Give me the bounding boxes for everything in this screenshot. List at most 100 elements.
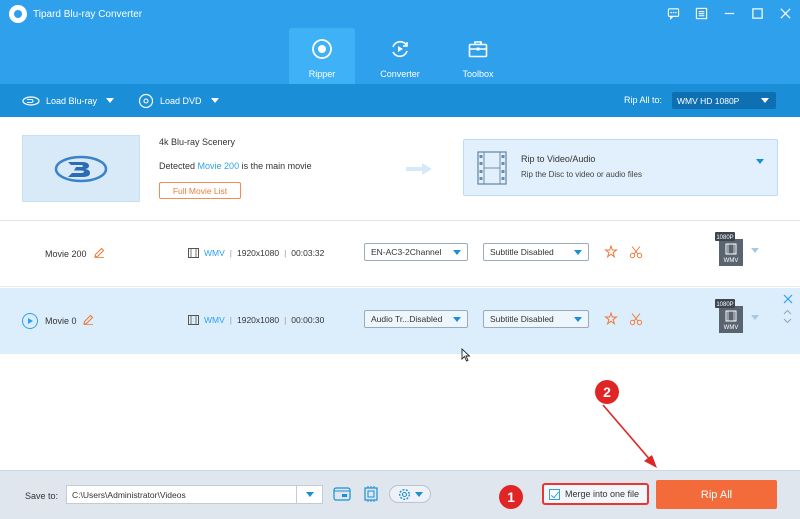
full-movie-list-button[interactable]: Full Movie List [159, 182, 241, 199]
chevron-down-icon [453, 317, 461, 322]
detected-prefix: Detected [159, 161, 196, 171]
output-badge-top: 1080P [716, 302, 733, 308]
separator: | [284, 248, 287, 258]
rip-all-button[interactable]: Rip All [656, 480, 777, 509]
rip-to-title: Rip to Video/Audio [521, 154, 596, 164]
chevron-down-icon [453, 250, 461, 255]
separator: | [229, 315, 232, 325]
tab-converter[interactable]: Converter [367, 28, 433, 84]
movie-duration: 00:03:32 [291, 248, 325, 258]
magic-wand-icon[interactable] [604, 312, 618, 326]
merge-label: Merge into one file [565, 489, 640, 499]
movie-format: WMV [204, 248, 225, 258]
detected-suffix: is the main movie [241, 161, 312, 171]
magic-wand-icon[interactable] [604, 245, 618, 259]
checkbox-checked[interactable] [549, 488, 560, 500]
chevron-down-icon [210, 98, 219, 103]
film-icon [477, 151, 507, 185]
toolbox-icon [468, 41, 488, 58]
disc-thumbnail [22, 135, 140, 202]
chevron-up-icon[interactable] [783, 309, 792, 315]
chevron-down-icon[interactable] [296, 486, 322, 503]
folder-icon[interactable] [333, 485, 351, 503]
movie-meta: WMV | 1920x1080 | 00:03:32 [188, 248, 324, 258]
tab-converter-label: Converter [380, 69, 420, 79]
film-icon [188, 315, 199, 325]
mouse-cursor-icon [461, 348, 471, 362]
subtitle-select[interactable]: Subtitle Disabled [483, 310, 589, 328]
chevron-down-icon [761, 98, 769, 103]
output-format-icon[interactable]: 1080P WMV [715, 299, 745, 335]
chevron-down-icon[interactable] [783, 318, 792, 324]
subtitle-value: Subtitle Disabled [490, 247, 554, 257]
movie-duration: 00:00:30 [291, 315, 325, 325]
separator: | [229, 248, 232, 258]
movie-row[interactable]: Movie 0 WMV | 1920x1080 | 00:00:30 Audio… [0, 288, 800, 354]
chevron-down-icon[interactable] [751, 315, 759, 320]
scissors-icon[interactable] [629, 312, 643, 326]
separator: | [284, 315, 287, 325]
rip-to-video-audio-select[interactable]: Rip to Video/Audio Rip the Disc to video… [463, 139, 778, 196]
output-badge-bottom: WMV [724, 325, 739, 331]
output-format-icon[interactable]: 1080P WMV [715, 232, 745, 268]
load-dvd-button[interactable]: Load DVD [138, 84, 219, 117]
tab-ripper-label: Ripper [308, 69, 336, 79]
audio-track-value: EN-AC3-2Channel [371, 247, 442, 257]
movie-format: WMV [204, 315, 225, 325]
rip-all-format-select[interactable]: WMV HD 1080P [672, 92, 776, 109]
ripper-icon [312, 39, 332, 59]
output-badge-bottom: WMV [724, 258, 739, 264]
chevron-down-icon [574, 317, 582, 322]
output-badge-top: 1080P [716, 235, 733, 241]
audio-track-select[interactable]: Audio Tr...Disabled [364, 310, 468, 328]
window-controls [666, 6, 792, 20]
save-path-value: C:\Users\Administrator\Videos [72, 489, 186, 500]
footer: Save to: C:\Users\Administrator\Videos M… [0, 470, 800, 519]
main-tabs: Ripper Converter Toolbox [289, 28, 523, 84]
header: Tipard Blu-ray Converter Ripper Converte… [0, 0, 800, 84]
play-icon[interactable] [22, 313, 38, 329]
chevron-down-icon[interactable] [751, 248, 759, 253]
movie-name: Movie 200 [45, 249, 87, 259]
close-icon[interactable] [778, 6, 792, 20]
bluray-logo-icon [54, 155, 108, 182]
rip-to-subtitle: Rip the Disc to video or audio files [521, 170, 642, 179]
settings-dropdown[interactable] [389, 485, 431, 503]
gear-icon [398, 488, 411, 501]
hardware-acceleration-icon[interactable] [362, 485, 380, 503]
source-panel: 4k Blu-ray Scenery Detected Movie 200 is… [0, 117, 800, 221]
rip-all-format-value: WMV HD 1080P [677, 95, 740, 106]
scissors-icon[interactable] [629, 245, 643, 259]
chevron-down-icon [106, 98, 115, 103]
menu-icon[interactable] [694, 6, 708, 20]
movie-meta: WMV | 1920x1080 | 00:00:30 [188, 315, 324, 325]
remove-icon[interactable] [783, 294, 793, 304]
disc-title: 4k Blu-ray Scenery [159, 137, 236, 147]
audio-track-select[interactable]: EN-AC3-2Channel [364, 243, 468, 261]
chevron-down-icon [756, 159, 764, 164]
detected-movie-link[interactable]: Movie 200 [198, 161, 240, 171]
chevron-down-icon [574, 250, 582, 255]
edit-icon[interactable] [83, 314, 94, 325]
tab-ripper[interactable]: Ripper [289, 28, 355, 84]
tab-toolbox-label: Toolbox [462, 69, 494, 79]
movie-name: Movie 0 [45, 316, 77, 326]
edit-icon[interactable] [94, 247, 105, 258]
chevron-down-icon [415, 492, 423, 497]
save-path-input[interactable]: C:\Users\Administrator\Videos [66, 485, 323, 504]
minimize-icon[interactable] [722, 6, 736, 20]
movie-resolution: 1920x1080 [237, 315, 280, 325]
merge-into-one-file-checkbox[interactable]: Merge into one file [542, 483, 649, 505]
feedback-icon[interactable] [666, 6, 680, 20]
maximize-icon[interactable] [750, 6, 764, 20]
converter-icon [392, 40, 408, 58]
movie-row[interactable]: Movie 200 WMV | 1920x1080 | 00:03:32 EN-… [0, 221, 800, 287]
load-bluray-button[interactable]: Load Blu-ray [22, 84, 115, 117]
tab-toolbox[interactable]: Toolbox [445, 28, 511, 84]
subtitle-select[interactable]: Subtitle Disabled [483, 243, 589, 261]
annotation-badge-2: 2 [595, 380, 619, 404]
save-to-label: Save to: [25, 491, 59, 501]
dvd-icon [138, 93, 154, 108]
toolbar: Load Blu-ray Load DVD Rip All to: WMV HD… [0, 84, 800, 117]
subtitle-value: Subtitle Disabled [490, 314, 554, 324]
